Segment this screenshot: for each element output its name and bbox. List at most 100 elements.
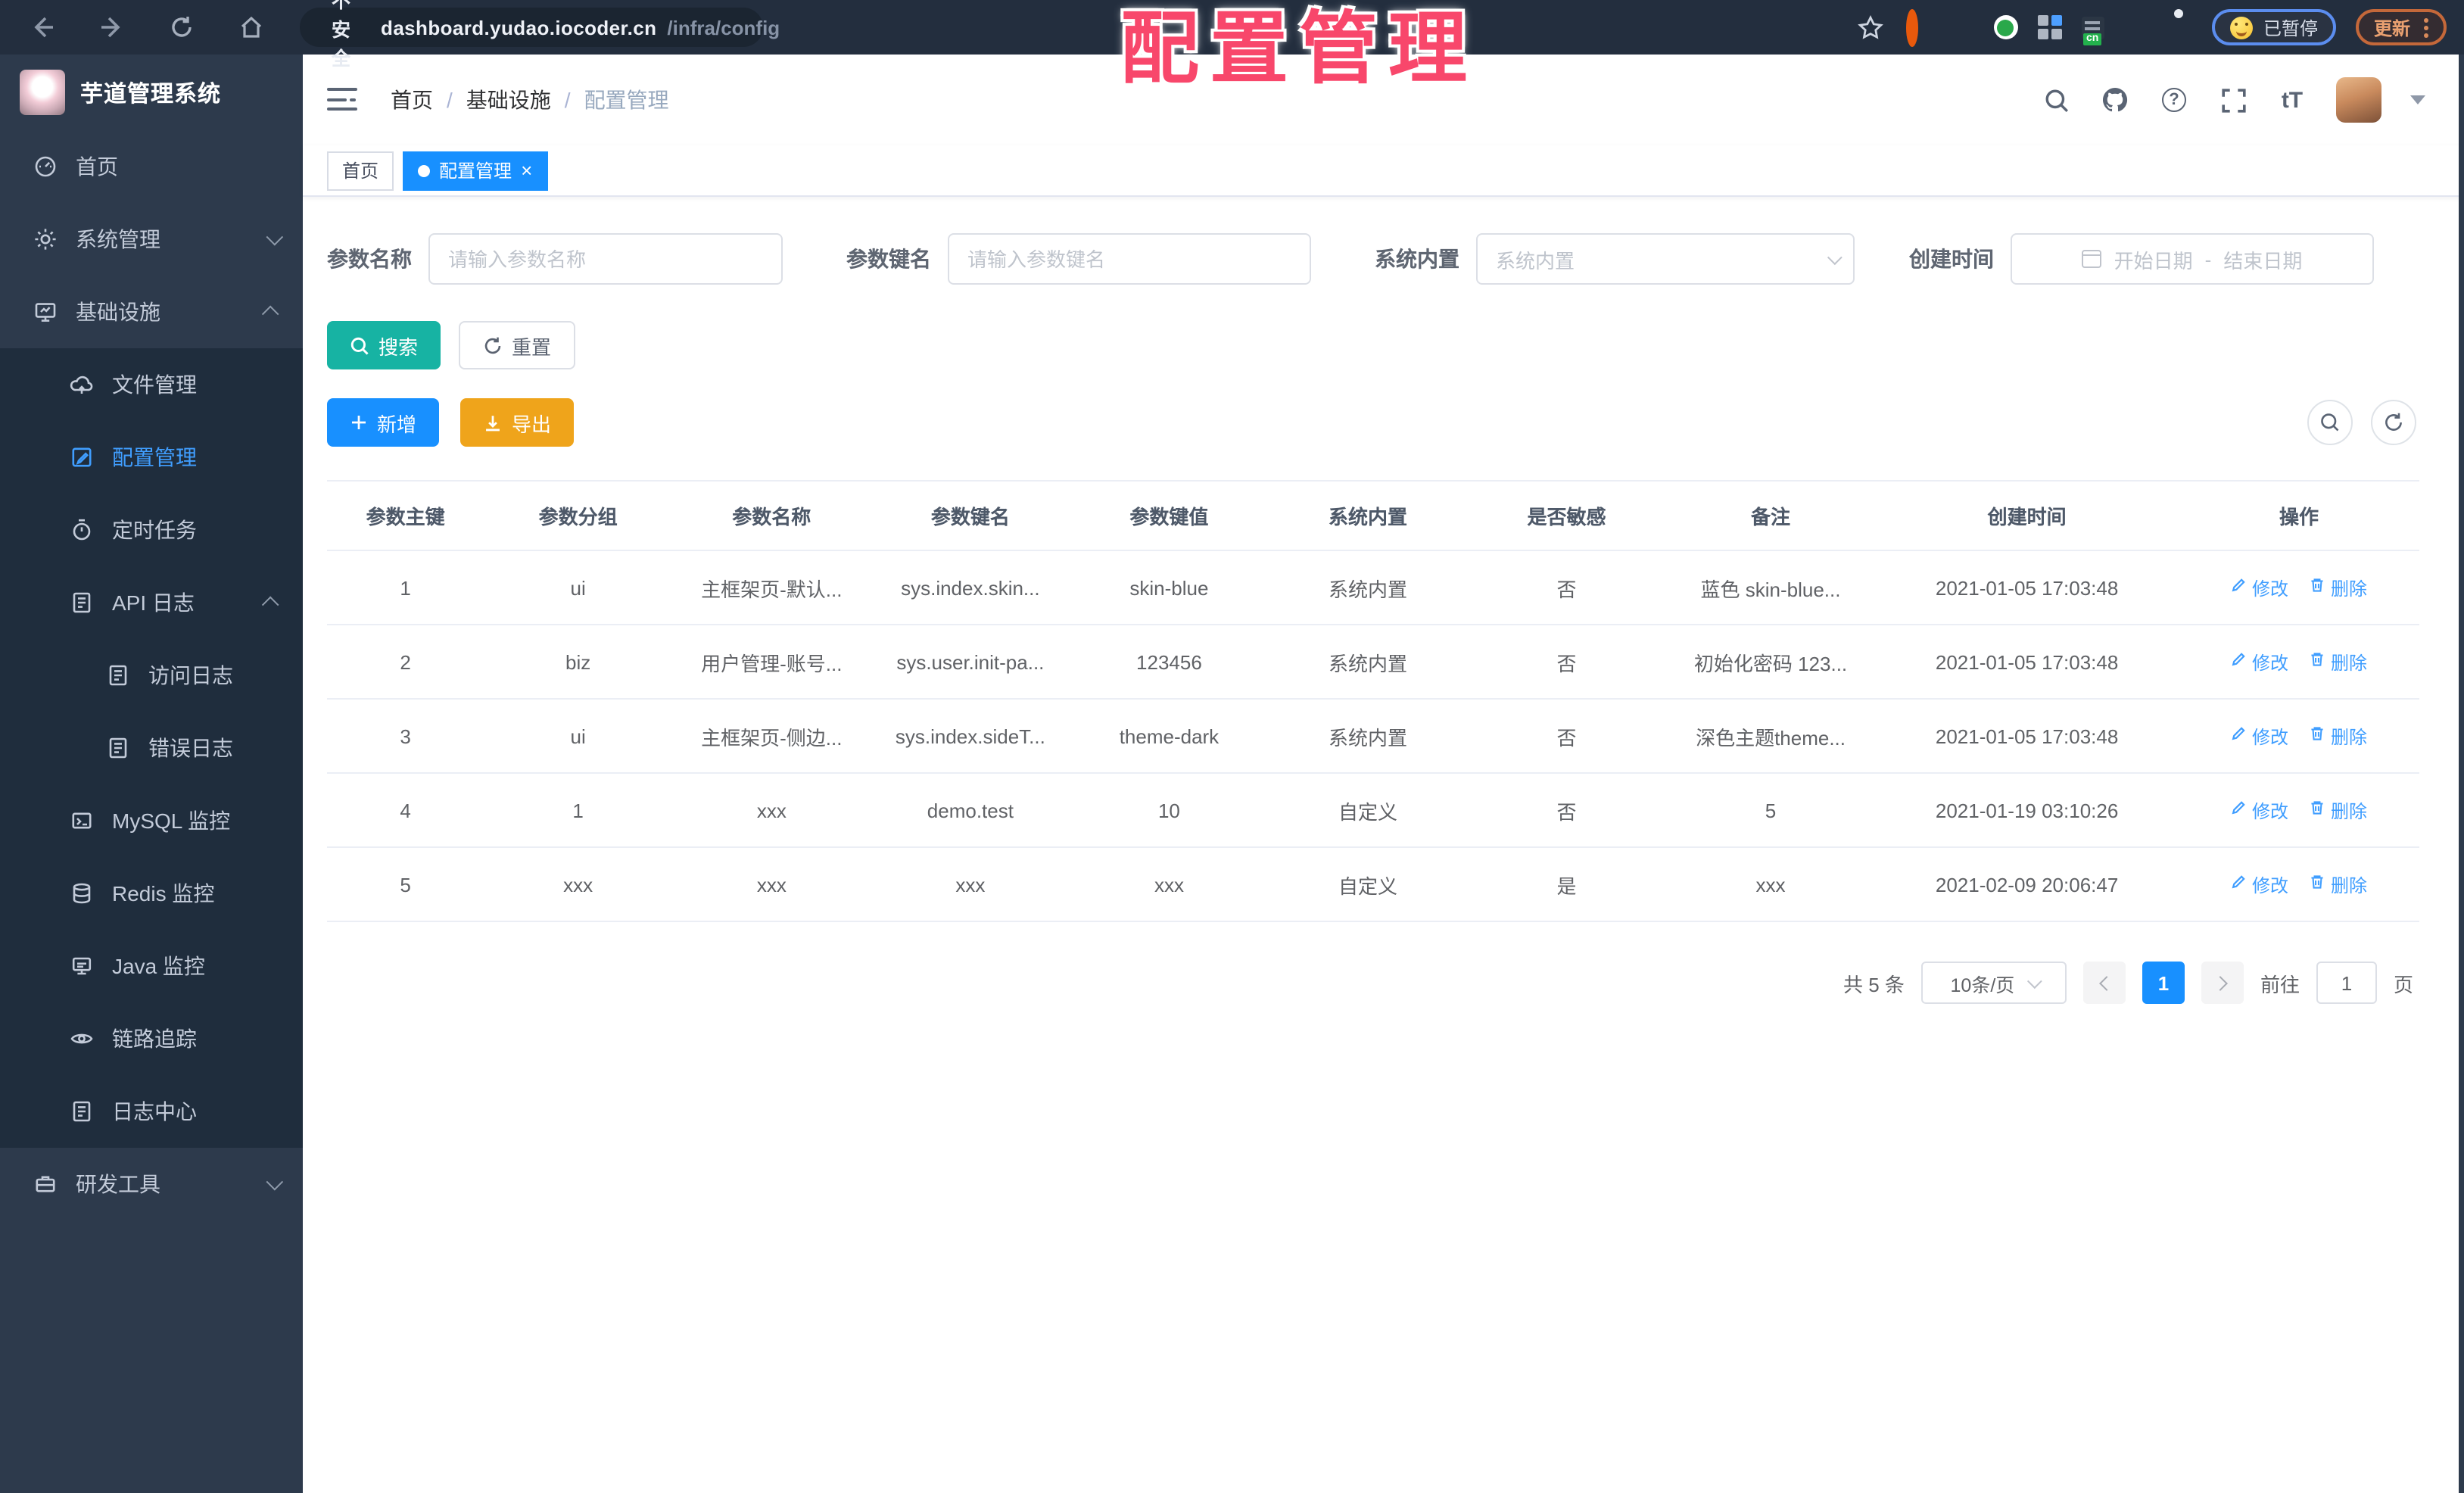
edit-link[interactable]: 修改 [2231,723,2288,749]
delete-link[interactable]: 删除 [2310,575,2367,600]
cell: xxx [484,847,673,922]
delete-link-label: 删除 [2330,726,2367,747]
filter-daterange-picker[interactable]: 开始日期 - 结束日期 [2011,233,2374,285]
browser-back-icon[interactable] [27,12,58,42]
browser-reload-icon[interactable] [167,12,197,42]
sidebar-collapse-icon[interactable] [327,88,357,112]
sidebar-item-10[interactable]: Redis 监控 [0,857,303,930]
tag-home[interactable]: 首页 [327,151,394,190]
toggle-search-tool-icon[interactable] [2307,400,2353,445]
edit-link[interactable]: 修改 [2231,797,2288,823]
fullscreen-icon[interactable] [2218,85,2248,115]
url-path: /infra/config [667,16,780,39]
edit-link-label: 修改 [2251,578,2288,599]
extension-grid-icon[interactable] [2037,15,2062,39]
sidebar-item-0[interactable]: 首页 [0,130,303,203]
sidebar-item-13[interactable]: 日志中心 [0,1075,303,1148]
bookmark-star-icon[interactable] [1856,12,1886,42]
delete-link[interactable]: 删除 [2310,649,2367,675]
cell: xxx [672,773,871,848]
update-label: 更新 [2373,17,2410,39]
sidebar-item-label: MySQL 监控 [112,809,231,833]
delete-link[interactable]: 删除 [2310,871,2367,897]
sidebar-item-9[interactable]: MySQL 监控 [0,784,303,857]
breadcrumb-home[interactable]: 首页 [391,85,433,115]
filter-type-select[interactable]: 系统内置 [1476,233,1855,285]
docs-question-icon[interactable]: ? [2159,85,2189,115]
extension-cn-icon[interactable]: cn [2081,16,2104,45]
actions-cell: 修改 删除 [2178,625,2419,700]
extension-leaf-icon[interactable] [2124,15,2148,39]
delete-link-label: 删除 [2330,652,2367,673]
extension-orange-icon[interactable] [1905,9,1930,47]
sidebar-item-2[interactable]: 基础设施 [0,276,303,348]
browser-update-pill[interactable]: 更新 [2355,9,2447,45]
next-page-button[interactable] [2201,962,2244,1004]
cell: 10 [1070,773,1269,848]
search-button[interactable]: 搜索 [327,321,441,369]
sidebar-item-8[interactable]: 错误日志 [0,712,303,784]
prev-page-button[interactable] [2082,962,2126,1004]
reset-button[interactable]: 重置 [459,321,576,369]
filter-key-input[interactable] [949,235,1310,283]
edit-link-label: 修改 [2251,652,2288,673]
column-header-7: 备注 [1665,480,1876,551]
sidebar-item-1[interactable]: 系统管理 [0,203,303,276]
extensions-puzzle-icon[interactable] [2168,15,2192,39]
address-bar[interactable]: 不安全 dashboard.yudao.iocoder.cn/infra/con… [300,0,780,69]
breadcrumb-infra[interactable]: 基础设施 [466,85,551,115]
app-logo[interactable]: 芋道管理系统 [0,55,303,130]
delete-link[interactable]: 删除 [2310,723,2367,749]
sidebar-item-7[interactable]: 访问日志 [0,639,303,712]
edit-link[interactable]: 修改 [2231,575,2288,600]
tag-config-active[interactable]: 配置管理 × [403,151,548,190]
pencil-icon [2231,874,2248,895]
refresh-table-tool-icon[interactable] [2371,400,2416,445]
tag-home-label: 首页 [342,161,379,182]
edit-link[interactable]: 修改 [2231,649,2288,675]
delete-link[interactable]: 删除 [2310,797,2367,823]
docedit-icon [70,1099,94,1124]
not-secure-label: 不安全 [332,0,351,69]
font-size-icon[interactable]: tT [2277,85,2307,115]
browser-forward-icon[interactable] [97,12,127,42]
github-icon[interactable] [2100,85,2130,115]
sidebar-item-11[interactable]: Java 监控 [0,930,303,1002]
filter-name-input[interactable] [430,235,781,283]
sidebar-item-6[interactable]: API 日志 [0,566,303,639]
sidebar-item-14[interactable]: 研发工具 [0,1148,303,1220]
table-row-4: 5 xxx xxx xxx xxx 自定义是 xxx 2021-02-09 20:06:47 修… [327,847,2419,922]
user-menu-caret-icon[interactable] [2410,95,2425,104]
delete-link-label: 删除 [2330,578,2367,599]
tag-close-icon[interactable]: × [521,161,532,180]
cell: 2021-02-09 20:06:47 [1875,847,2179,922]
user-avatar[interactable] [2336,77,2381,123]
sidebar-menu: 首页 系统管理 基础设施文件管理配置管理 定时任务 API 日志 访问日志 错误日志 MySQ… [0,130,303,1493]
add-button[interactable]: 新增 [327,398,440,447]
sidebar-item-5[interactable]: 定时任务 [0,494,303,566]
edit-link[interactable]: 修改 [2231,871,2288,897]
page-content: 参数名称 参数键名 系统内置 系统内置 创建时间 开始日期 [303,197,2464,1493]
browser-menu-kebab-icon[interactable] [2424,17,2428,37]
chevron-down-icon [1827,249,1843,265]
sidebar-item-3[interactable]: 文件管理 [0,348,303,421]
column-header-9: 操作 [2178,480,2419,551]
filter-type-label: 系统内置 [1375,247,1459,271]
sidebar-item-label: 文件管理 [112,372,197,397]
browser-home-icon[interactable] [236,12,266,42]
search-icon[interactable] [2041,85,2071,115]
extension-green-icon[interactable] [1993,15,2018,39]
cell: demo.test [871,773,1070,848]
column-header-8: 创建时间 [1875,480,2179,551]
page-size-select[interactable]: 10条/页 [1920,962,2067,1004]
profile-paused-pill[interactable]: 已暂停 [2211,9,2336,45]
sidebar-item-12[interactable]: 链路追踪 [0,1002,303,1075]
cell: 5 [327,847,484,922]
extension-pin-icon[interactable] [1950,15,1974,39]
sidebar-item-label: Java 监控 [112,954,205,978]
goto-page-input[interactable] [2316,962,2377,1004]
export-button[interactable]: 导出 [460,398,575,447]
current-page-button[interactable]: 1 [2142,962,2185,1004]
sidebar-item-4[interactable]: 配置管理 [0,421,303,494]
tags-view: 首页 配置管理 × [303,145,2464,197]
